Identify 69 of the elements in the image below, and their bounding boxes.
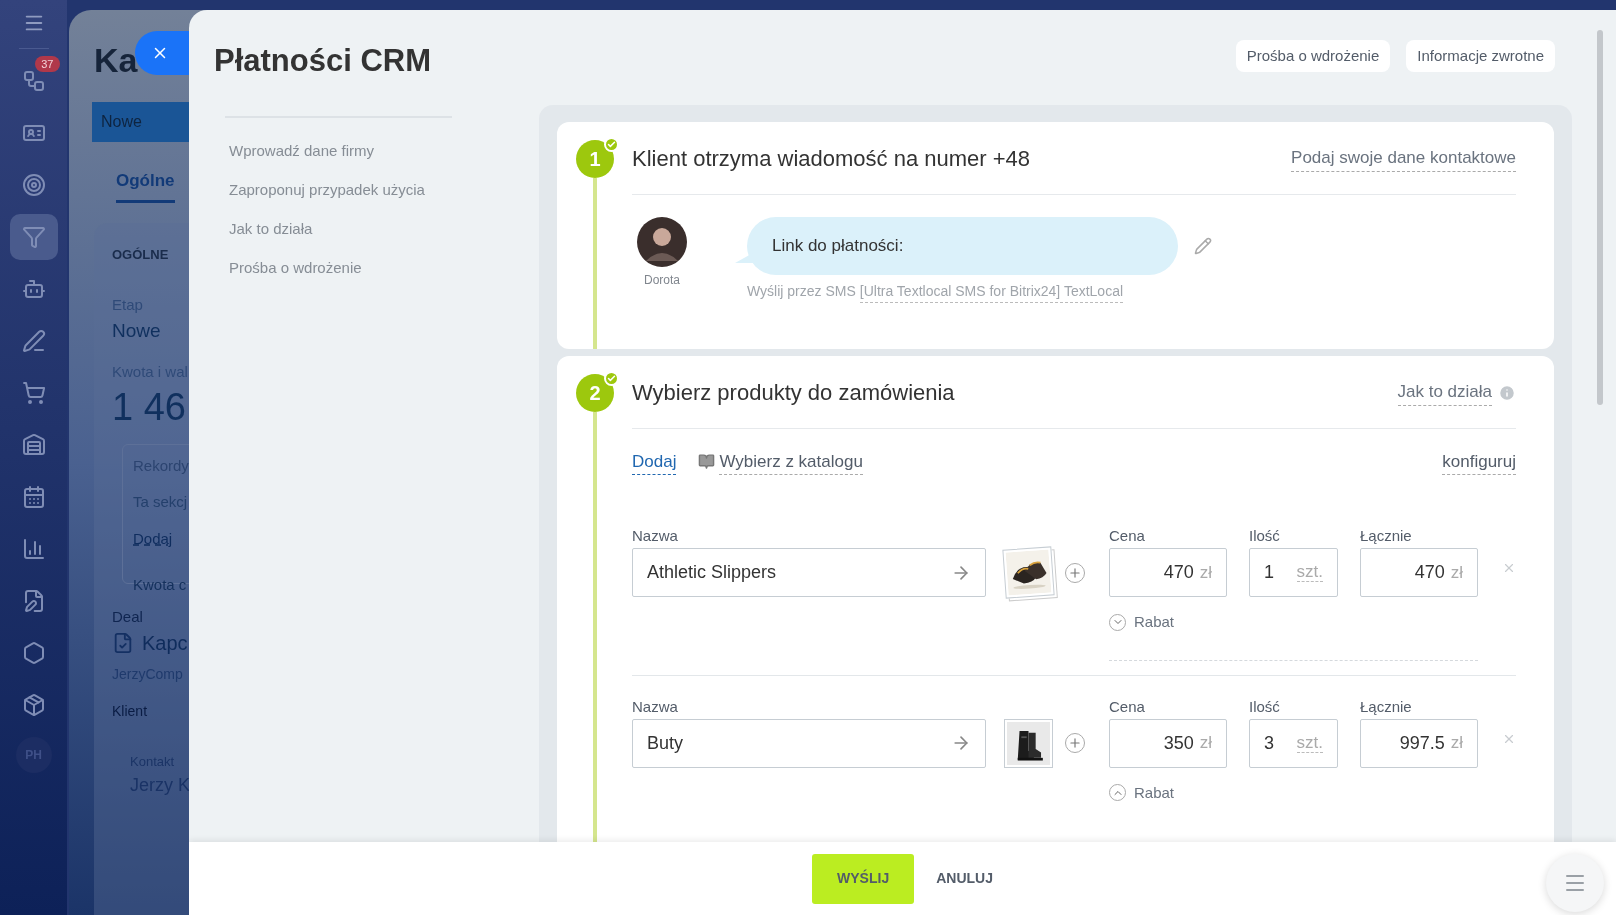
product-image[interactable] [1004, 718, 1053, 768]
nav-link[interactable]: Prośba o wdrożenie [225, 248, 539, 288]
user-avatar [637, 216, 687, 267]
field-label: Cena [1109, 696, 1146, 714]
quantity-field[interactable]: 3 szt. [1249, 718, 1338, 768]
warehouse-icon [21, 433, 46, 457]
nav-link[interactable]: Zaproponuj przypadek użycia [225, 170, 539, 210]
field-label: Ilość [1249, 526, 1281, 543]
quantity-field[interactable]: 1 szt. [1249, 548, 1338, 597]
document-check-icon [112, 632, 134, 654]
page-title: Ka [94, 40, 138, 80]
sidebar-item[interactable]: 37 [9, 58, 58, 104]
pen-icon [21, 329, 46, 353]
catalog-link[interactable]: Wybierz z katalogu [719, 448, 863, 475]
field-label: Deal [112, 606, 143, 627]
field-label: Łącznie [1360, 526, 1413, 543]
flow-icon [21, 69, 46, 93]
hexagon-icon [21, 641, 46, 665]
menu-button[interactable] [1546, 854, 1604, 912]
target-icon [21, 173, 46, 197]
add-link[interactable]: Dodaj [632, 448, 677, 475]
field-label: Klient [112, 702, 148, 721]
help-link[interactable]: Podaj swoje dane kontaktowe [1291, 145, 1516, 172]
product-name-field[interactable]: Buty [632, 718, 986, 768]
box-icon [21, 693, 46, 717]
pencil-icon[interactable] [1194, 236, 1212, 255]
field-label: Cena [1109, 526, 1146, 543]
field-value: Nowe [112, 318, 161, 343]
send-button[interactable]: WYŚLIJ [812, 853, 915, 904]
total-field[interactable]: 470 zł [1360, 548, 1478, 597]
field-label: Łącznie [1360, 696, 1413, 714]
cart-icon [21, 381, 46, 405]
bar-chart-icon [21, 537, 46, 561]
nav-link[interactable]: Jak to działa [225, 209, 539, 249]
step-title: Klient otrzyma wiadomość na numer +48 [632, 145, 1031, 173]
step-title: Wybierz produkty do zamówienia [632, 379, 955, 407]
scrollbar[interactable] [1596, 30, 1603, 405]
step-number: 2 [576, 373, 614, 412]
step-number: 1 [576, 139, 614, 178]
help-link[interactable]: Jak to działa [1397, 379, 1492, 406]
header-button[interactable]: Prośba o wdrożenie [1235, 40, 1391, 72]
price-field[interactable]: 350 zł [1109, 718, 1227, 768]
slider-title: Płatności CRM [214, 42, 432, 80]
configure-link[interactable]: konfiguruj [1442, 448, 1516, 475]
field-value: 1 46 [112, 384, 186, 430]
discount-toggle[interactable]: Rabat [1109, 611, 1175, 634]
header-button[interactable]: Informacje zwrotne [1406, 40, 1555, 72]
product-name-field[interactable]: Athletic Slippers [632, 548, 986, 597]
section-title: OGÓLNE [112, 245, 170, 264]
funnel-icon [21, 225, 46, 249]
sender-name: Dorota [644, 271, 680, 289]
product-image[interactable] [1002, 546, 1055, 599]
field-label: Nazwa [632, 526, 679, 543]
robot-icon [21, 277, 46, 301]
section-text: Kwota c [133, 575, 187, 595]
sidebar-item[interactable] [9, 214, 58, 260]
note-text: Wyślij przez SMS [747, 281, 856, 301]
notification-badge: 37 [35, 56, 60, 72]
info-icon [1498, 383, 1516, 402]
calendar-icon [21, 485, 46, 509]
discount-toggle[interactable]: Rabat [1109, 781, 1175, 804]
price-field[interactable]: 470 zł [1109, 548, 1227, 597]
nav-link[interactable]: Wprowadź dane firmy [225, 131, 539, 171]
field-label: Nazwa [632, 696, 679, 714]
message-bubble[interactable]: Link do płatności: [747, 216, 1178, 275]
cancel-button[interactable]: ANULUJ [936, 853, 993, 904]
field-label: Ilość [1249, 696, 1281, 714]
total-field[interactable]: 997.5 zł [1360, 718, 1478, 768]
book-icon [698, 453, 716, 471]
